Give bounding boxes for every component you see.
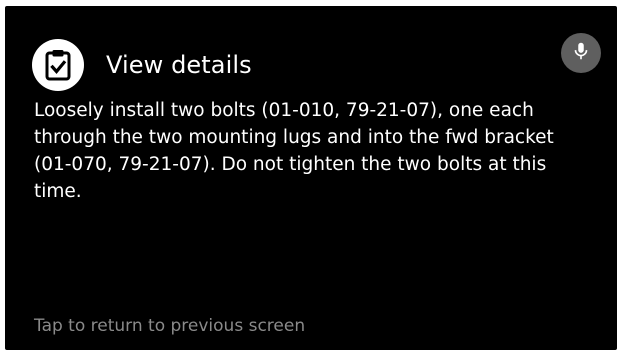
microphone-icon: [570, 40, 592, 66]
instruction-text: Loosely install two bolts (01-010, 79-21…: [34, 100, 554, 202]
return-hint[interactable]: Tap to return to previous screen: [34, 316, 305, 336]
page-title: View details: [106, 51, 252, 79]
microphone-button[interactable]: [561, 33, 601, 73]
clipboard-check-icon: [32, 39, 84, 91]
header: View details: [32, 39, 252, 91]
details-screen[interactable]: View details Loosely install two bolts (…: [5, 6, 617, 350]
